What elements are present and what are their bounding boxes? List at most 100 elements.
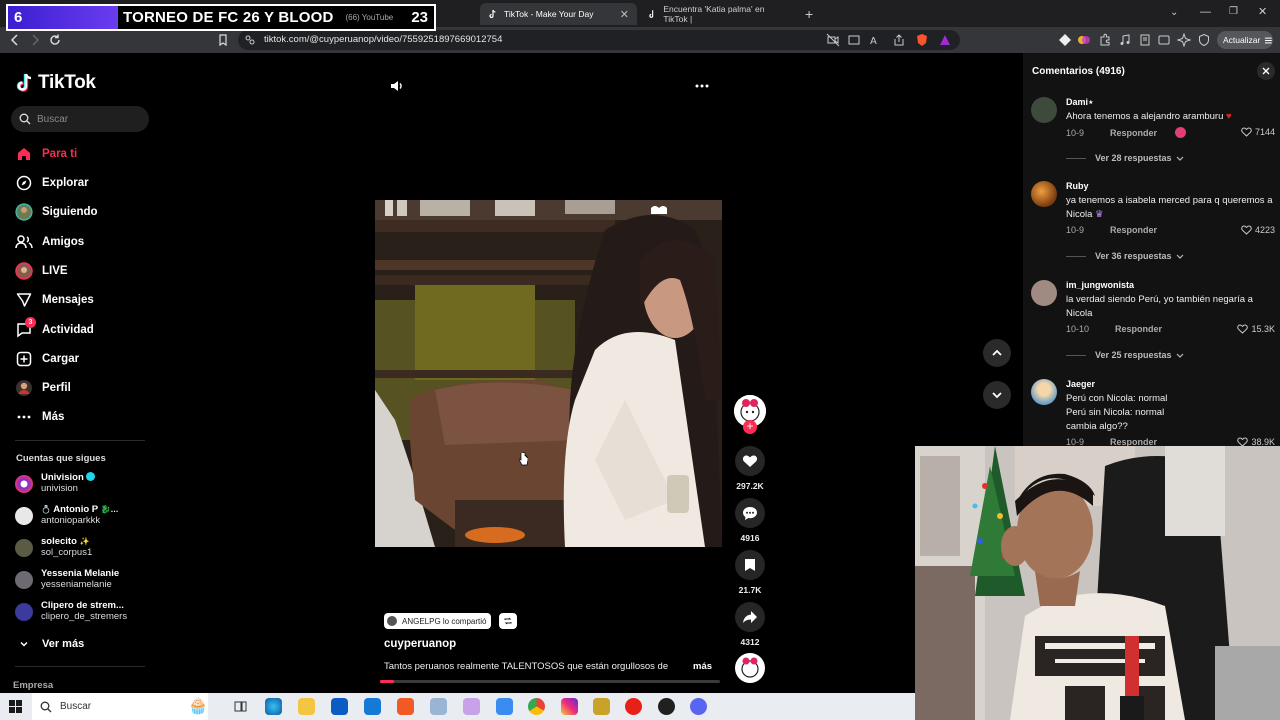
close-tab-icon[interactable]: ✕: [620, 8, 629, 21]
account-univision[interactable]: Univision univision: [15, 472, 96, 494]
tab-list-chevron-icon[interactable]: ⌄: [1170, 7, 1178, 18]
video-progress-bar[interactable]: [380, 680, 720, 683]
repost-button[interactable]: [499, 613, 517, 629]
back-icon[interactable]: [8, 33, 22, 47]
extensions-puzzle-icon[interactable]: [1098, 33, 1112, 47]
instagram-icon[interactable]: [561, 698, 578, 715]
nav-cargar[interactable]: Cargar: [15, 347, 79, 371]
video-player[interactable]: [375, 200, 722, 547]
snipping-icon[interactable]: [463, 698, 480, 715]
comment-likes[interactable]: 7144: [1241, 127, 1275, 137]
minimize-icon[interactable]: —: [1200, 6, 1211, 18]
account-antonio[interactable]: 💍 Antonio P 🐉… antonioparkkk: [15, 504, 119, 526]
nav-mas[interactable]: Más: [15, 405, 64, 429]
nav-amigos[interactable]: Amigos: [15, 230, 84, 254]
avatar: [15, 507, 33, 525]
tab-encuentra[interactable]: Encuentra 'Katia palma' en TikTok |: [640, 3, 795, 25]
comment-likes[interactable]: 4223: [1241, 225, 1275, 235]
like-button[interactable]: [735, 446, 765, 476]
footer-empresa[interactable]: Empresa: [13, 680, 53, 691]
task-view-icon[interactable]: [232, 698, 249, 715]
no-camera-icon[interactable]: [826, 33, 840, 47]
video-author[interactable]: cuyperuanop: [384, 638, 456, 650]
close-window-icon[interactable]: ✕: [1258, 5, 1267, 18]
next-video-button[interactable]: [983, 381, 1011, 409]
avatar[interactable]: [1031, 379, 1057, 405]
comment-likes[interactable]: 15.3K: [1237, 324, 1275, 334]
reload-icon[interactable]: [48, 33, 62, 47]
site-info-icon[interactable]: [244, 34, 256, 46]
share-page-icon[interactable]: [892, 33, 906, 47]
reply-button[interactable]: Responder: [1115, 324, 1162, 334]
view-replies-button[interactable]: Ver 36 respuestas: [1066, 251, 1184, 261]
bookmark-icon[interactable]: [216, 33, 230, 47]
avatar[interactable]: [1031, 97, 1057, 123]
account-yessenia[interactable]: Yessenia Melanie yesseniamelanie: [15, 568, 119, 590]
wallet-icon[interactable]: [1157, 33, 1171, 47]
reading-list-icon[interactable]: [1138, 33, 1152, 47]
nav-explorar[interactable]: Explorar: [15, 171, 89, 195]
see-more-button[interactable]: Ver más: [15, 632, 84, 656]
leo-ai-icon[interactable]: [1177, 33, 1191, 47]
file-explorer-icon[interactable]: [298, 698, 315, 715]
cast-icon[interactable]: [847, 33, 861, 47]
obs-icon[interactable]: [658, 698, 675, 715]
extension-color-icon[interactable]: [1077, 33, 1091, 47]
youtube-music-icon[interactable]: [625, 698, 642, 715]
comment-user[interactable]: im_jungwonista: [1066, 280, 1134, 290]
close-comments-button[interactable]: [1257, 62, 1275, 80]
comment-user[interactable]: Dami⋆: [1066, 97, 1094, 108]
video-options-icon[interactable]: [694, 78, 710, 94]
caption-more-link[interactable]: más: [693, 661, 712, 672]
store-icon[interactable]: [331, 698, 348, 715]
photos-icon[interactable]: [430, 698, 447, 715]
new-tab-button[interactable]: +: [805, 6, 813, 22]
avatar[interactable]: [1031, 280, 1057, 306]
restore-icon[interactable]: ❐: [1229, 6, 1238, 17]
comment-user[interactable]: Jaeger: [1066, 379, 1095, 389]
update-button[interactable]: Actualizar: [1217, 31, 1273, 49]
view-replies-button[interactable]: Ver 25 respuestas: [1066, 350, 1184, 360]
windows-start-icon[interactable]: [9, 700, 22, 713]
save-button[interactable]: [735, 550, 765, 580]
music-disc-avatar[interactable]: [735, 653, 765, 683]
shared-by-pill[interactable]: ANGELPG lo compartió: [384, 613, 492, 629]
nav-actividad[interactable]: 3 Actividad: [15, 317, 94, 342]
translate-icon[interactable]: A: [869, 33, 883, 47]
previous-video-button[interactable]: [983, 339, 1011, 367]
game-app-icon[interactable]: [593, 698, 610, 715]
edge-icon[interactable]: [265, 698, 282, 715]
account-clipero[interactable]: Clipero de strem... clipero_de_stremers: [15, 600, 127, 622]
tab-tiktok[interactable]: TikTok - Make Your Day ✕: [480, 3, 637, 25]
forward-icon[interactable]: [28, 33, 42, 47]
account-solecito[interactable]: solecito ✨ sol_corpus1: [15, 536, 92, 558]
follow-plus-icon[interactable]: +: [743, 420, 757, 434]
brave-shield-icon[interactable]: [915, 33, 929, 47]
vpn-shield-icon[interactable]: [1197, 33, 1211, 47]
comment-user[interactable]: Ruby: [1066, 181, 1089, 191]
discord-icon[interactable]: [690, 698, 707, 715]
reply-button[interactable]: Responder: [1110, 128, 1157, 138]
nav-perfil[interactable]: Perfil: [15, 376, 71, 400]
nav-live[interactable]: LIVE: [15, 259, 68, 283]
comment-button[interactable]: [735, 498, 765, 528]
share-button[interactable]: [735, 602, 765, 632]
brave-rewards-icon[interactable]: [938, 33, 952, 47]
nav-mensajes[interactable]: Mensajes: [15, 288, 94, 312]
nav-siguiendo[interactable]: Siguiendo: [15, 200, 98, 224]
extension-diamond-icon[interactable]: [1058, 33, 1072, 47]
url-text[interactable]: tiktok.com/@cuyperuanop/video/7559251897…: [264, 34, 502, 45]
brave-icon[interactable]: [397, 698, 414, 715]
avatar[interactable]: [1031, 181, 1057, 207]
media-icon[interactable]: [1118, 33, 1132, 47]
tiktok-logo[interactable]: TikTok: [16, 72, 96, 94]
vpn-app-icon[interactable]: [496, 698, 513, 715]
taskbar-search[interactable]: Buscar 🧁: [32, 693, 208, 720]
view-replies-button[interactable]: Ver 28 respuestas: [1066, 153, 1184, 163]
reply-button[interactable]: Responder: [1110, 225, 1157, 235]
search-input[interactable]: Buscar: [11, 106, 149, 132]
volume-icon[interactable]: [389, 78, 405, 94]
chrome-icon[interactable]: [528, 698, 545, 715]
mail-icon[interactable]: [364, 698, 381, 715]
nav-para-ti[interactable]: Para ti: [15, 142, 77, 166]
